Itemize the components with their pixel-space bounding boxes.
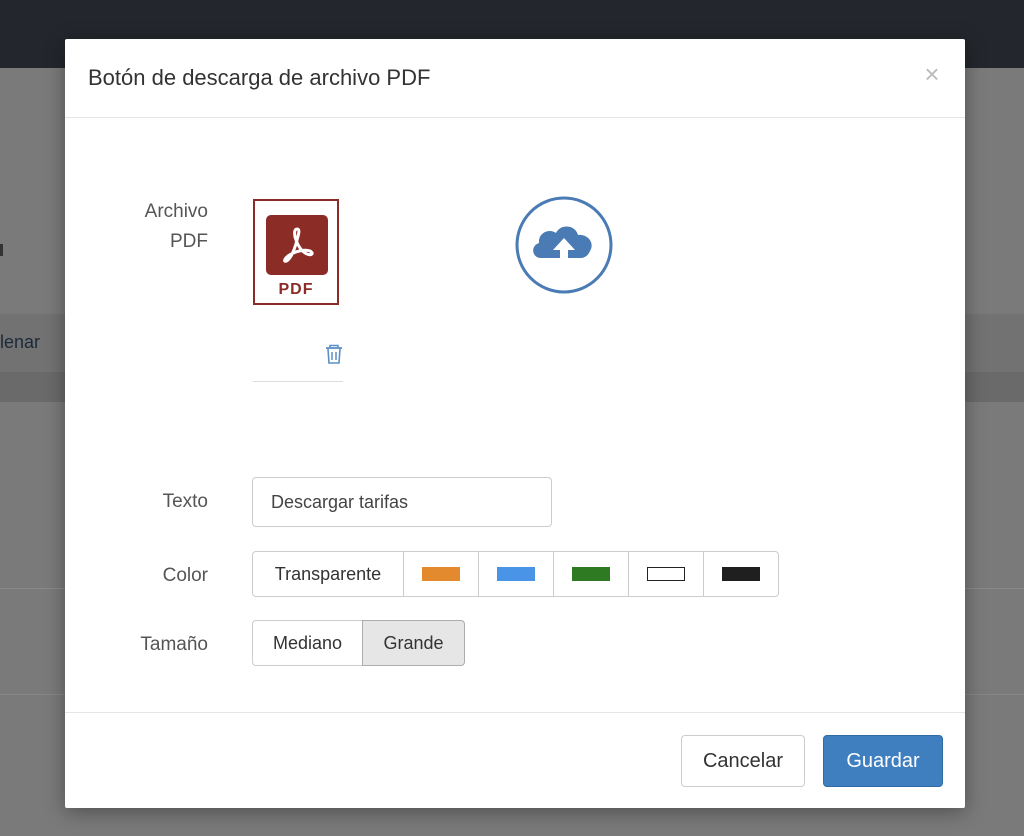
texto-input[interactable] <box>252 477 552 527</box>
orange-swatch <box>422 567 460 581</box>
color-option-transparente[interactable]: Transparente <box>252 551 404 597</box>
save-button[interactable]: Guardar <box>823 735 943 787</box>
archivo-pdf-label: Archivo PDF <box>38 197 208 257</box>
green-swatch <box>572 567 610 581</box>
pdf-button-modal: Botón de descarga de archivo PDF × Archi… <box>65 39 965 808</box>
cloud-upload-icon[interactable] <box>515 196 613 294</box>
tamano-label: Tamaño <box>140 634 208 655</box>
background-partial-text: lenar <box>0 332 41 352</box>
size-option-mediano[interactable]: Mediano <box>252 620 363 666</box>
color-selector: Transparente <box>252 551 779 597</box>
color-label: Color <box>162 565 208 586</box>
color-option-blue[interactable] <box>478 551 554 597</box>
pdf-thumb-label: PDF <box>278 281 314 298</box>
blue-swatch <box>497 567 535 581</box>
modal-title: Botón de descarga de archivo PDF <box>88 65 431 90</box>
pdf-file-thumbnail[interactable]: PDF <box>253 199 339 305</box>
size-selector: Mediano Grande <box>252 620 465 666</box>
close-icon[interactable]: × <box>921 61 943 87</box>
archivo-label-line2: PDF <box>170 231 208 252</box>
color-option-green[interactable] <box>553 551 629 597</box>
archivo-label-line1: Archivo <box>144 201 208 222</box>
color-option-black[interactable] <box>703 551 779 597</box>
acrobat-icon <box>266 215 328 275</box>
modal-footer: Cancelar Guardar <box>65 712 965 809</box>
background-fragment <box>0 244 3 256</box>
color-option-orange[interactable] <box>403 551 479 597</box>
trash-icon[interactable] <box>323 343 345 365</box>
modal-header: Botón de descarga de archivo PDF × <box>65 39 965 118</box>
white-swatch <box>647 567 685 581</box>
black-swatch <box>722 567 760 581</box>
color-option-white[interactable] <box>628 551 704 597</box>
cancel-button[interactable]: Cancelar <box>681 735 805 787</box>
texto-label: Texto <box>162 491 208 512</box>
size-option-grande[interactable]: Grande <box>362 620 465 666</box>
file-divider <box>253 381 343 382</box>
